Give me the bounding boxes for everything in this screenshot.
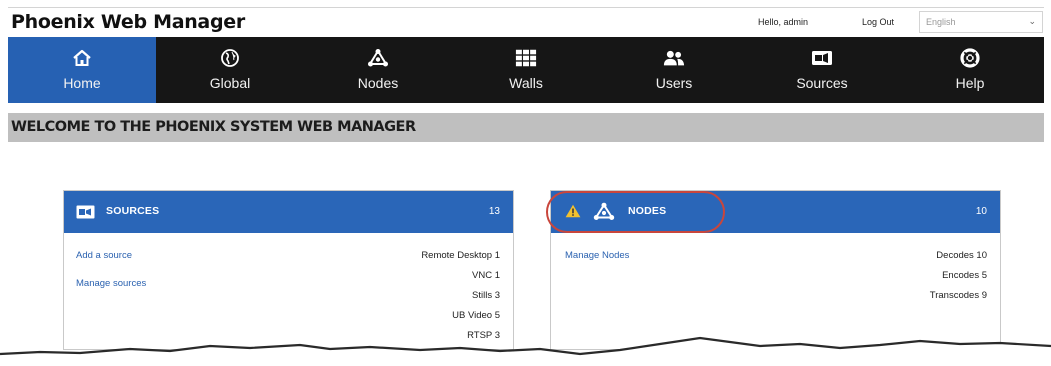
user-greeting: Hello, admin bbox=[758, 17, 809, 27]
nav-item-home[interactable]: Home bbox=[8, 37, 156, 103]
top-bar: Phoenix Web Manager Hello, admin Log Out… bbox=[8, 7, 1044, 37]
users-icon bbox=[663, 47, 685, 69]
nav-item-sources[interactable]: Sources bbox=[748, 37, 896, 103]
node-stat-encodes: Encodes 5 bbox=[942, 270, 987, 281]
page-title: WELCOME TO THE PHOENIX SYSTEM WEB MANAGE… bbox=[11, 119, 416, 135]
nav-label: Help bbox=[955, 75, 985, 91]
camera-icon bbox=[811, 47, 833, 69]
nav-label: Home bbox=[63, 75, 101, 91]
walls-grid-icon bbox=[515, 47, 537, 69]
language-select[interactable]: English ⌄ bbox=[919, 11, 1043, 33]
manage-nodes-link[interactable]: Manage Nodes bbox=[565, 250, 629, 261]
nav-item-global[interactable]: Global bbox=[156, 37, 304, 103]
source-stat-ub-video: UB Video 5 bbox=[452, 310, 500, 321]
nav-item-users[interactable]: Users bbox=[600, 37, 748, 103]
nav-label: Users bbox=[655, 75, 693, 91]
node-stat-decodes: Decodes 10 bbox=[936, 250, 987, 261]
nav-item-nodes[interactable]: Nodes bbox=[304, 37, 452, 103]
nav-label: Nodes bbox=[357, 75, 399, 91]
source-stat-stills: Stills 3 bbox=[472, 290, 500, 301]
manage-sources-link[interactable]: Manage sources bbox=[76, 278, 146, 289]
sources-card: SOURCES 13 Add a source Manage sources R… bbox=[63, 190, 514, 350]
nodes-count-badge: 10 bbox=[975, 206, 987, 217]
nav-label: Walls bbox=[509, 75, 543, 91]
sources-card-header[interactable]: SOURCES 13 bbox=[64, 191, 513, 233]
logout-link[interactable]: Log Out bbox=[862, 17, 894, 27]
language-select-value: English bbox=[926, 17, 956, 27]
torn-edge-effect bbox=[0, 336, 1051, 366]
nav-label: Sources bbox=[796, 75, 848, 91]
sources-count-badge: 13 bbox=[488, 206, 500, 217]
nav-label: Global bbox=[209, 75, 251, 91]
lifebuoy-icon bbox=[959, 47, 981, 69]
source-stat-vnc: VNC 1 bbox=[472, 270, 500, 281]
main-nav: Home Global Nodes Walls Users Sources He… bbox=[8, 37, 1044, 103]
sources-card-title: SOURCES bbox=[106, 205, 160, 217]
nav-item-walls[interactable]: Walls bbox=[452, 37, 600, 103]
nodes-icon bbox=[367, 47, 389, 69]
chevron-down-icon: ⌄ bbox=[1028, 16, 1036, 26]
globe-icon bbox=[219, 47, 241, 69]
callout-highlight bbox=[546, 191, 725, 233]
welcome-banner: WELCOME TO THE PHOENIX SYSTEM WEB MANAGE… bbox=[8, 113, 1044, 142]
app-title: Phoenix Web Manager bbox=[11, 11, 245, 33]
source-stat-remote-desktop: Remote Desktop 1 bbox=[421, 250, 500, 261]
add-source-link[interactable]: Add a source bbox=[76, 250, 132, 261]
node-stat-transcodes: Transcodes 9 bbox=[929, 290, 987, 301]
nav-item-help[interactable]: Help bbox=[896, 37, 1044, 103]
camera-icon bbox=[76, 205, 95, 224]
home-icon bbox=[71, 47, 93, 69]
